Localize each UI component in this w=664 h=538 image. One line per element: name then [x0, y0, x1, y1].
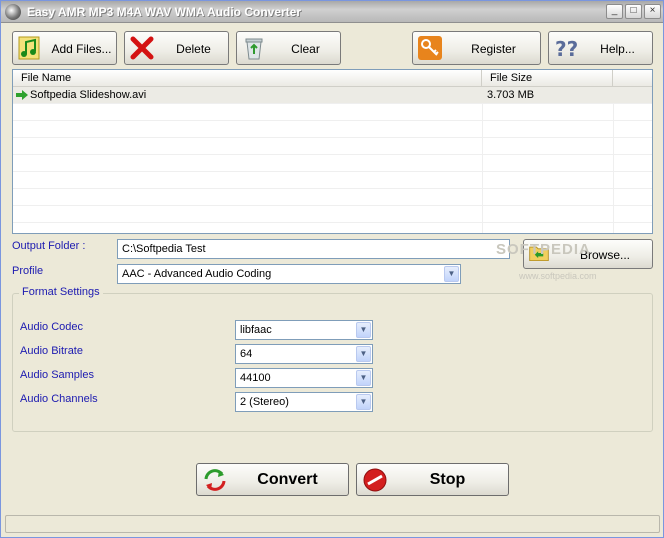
music-note-add-icon — [18, 36, 40, 60]
chevron-down-icon[interactable]: ▼ — [356, 322, 371, 338]
audio-bitrate-value: 64 — [240, 348, 253, 360]
maximize-button[interactable]: □ — [625, 4, 642, 19]
audio-bitrate-select[interactable]: 64 ▼ — [235, 344, 373, 364]
column-filler — [613, 70, 652, 87]
table-row[interactable]: Softpedia Slideshow.avi 3.703 MB — [13, 87, 652, 104]
audio-codec-select[interactable]: libfaac ▼ — [235, 320, 373, 340]
convert-label: Convert — [257, 471, 318, 488]
profile-select[interactable]: AAC - Advanced Audio Coding ▼ — [117, 264, 461, 284]
file-name-cell: Softpedia Slideshow.avi — [30, 89, 147, 101]
output-folder-label: Output Folder : — [12, 240, 86, 252]
file-list[interactable]: File Name File Size Softpedia Slideshow.… — [12, 69, 653, 234]
format-settings-title: Format Settings — [19, 286, 103, 298]
watermark-logo: SOFTPEDIA — [496, 241, 591, 258]
audio-samples-select[interactable]: 44100 ▼ — [235, 368, 373, 388]
key-icon — [418, 36, 442, 60]
question-mark-icon: ?? — [555, 37, 578, 61]
audio-codec-value: libfaac — [240, 324, 272, 336]
table-row — [13, 138, 652, 155]
status-bar — [5, 515, 660, 533]
svg-text:??: ?? — [555, 37, 578, 61]
add-files-button[interactable]: Add Files... — [12, 31, 117, 65]
help-button[interactable]: ?? Help... — [548, 31, 653, 65]
stop-button[interactable]: Stop — [356, 463, 509, 496]
watermark-url: www.softpedia.com — [519, 271, 597, 281]
table-row — [13, 155, 652, 172]
delete-button[interactable]: Delete — [124, 31, 229, 65]
audio-samples-label: Audio Samples — [20, 369, 94, 381]
clear-label: Clear — [291, 42, 320, 56]
add-files-label: Add Files... — [51, 42, 112, 56]
chevron-down-icon[interactable]: ▼ — [356, 394, 371, 410]
audio-bitrate-label: Audio Bitrate — [20, 345, 83, 357]
profile-label: Profile — [12, 265, 44, 277]
recycle-bin-icon — [245, 38, 263, 60]
red-x-icon — [130, 36, 154, 60]
file-list-header: File Name File Size — [13, 70, 652, 87]
audio-channels-select[interactable]: 2 (Stereo) ▼ — [235, 392, 373, 412]
table-row — [13, 104, 652, 121]
chevron-down-icon[interactable]: ▼ — [444, 266, 459, 282]
close-button[interactable]: × — [644, 4, 661, 19]
minimize-button[interactable]: _ — [606, 4, 623, 19]
file-size-cell: 3.703 MB — [487, 89, 535, 101]
audio-channels-label: Audio Channels — [20, 393, 98, 405]
app-window: Easy AMR MP3 M4A WAV WMA Audio Converter… — [0, 0, 664, 538]
table-row — [13, 172, 652, 189]
table-row — [13, 206, 652, 223]
delete-label: Delete — [176, 42, 211, 56]
clear-button[interactable]: Clear — [236, 31, 341, 65]
app-icon[interactable] — [5, 4, 21, 20]
column-file-size[interactable]: File Size — [482, 70, 613, 87]
audio-samples-value: 44100 — [240, 372, 271, 384]
table-row — [13, 121, 652, 138]
help-label: Help... — [600, 42, 635, 56]
chevron-down-icon[interactable]: ▼ — [356, 346, 371, 362]
audio-channels-value: 2 (Stereo) — [240, 396, 289, 408]
stop-sign-icon — [363, 468, 387, 492]
refresh-arrows-icon — [204, 469, 226, 491]
table-row — [13, 189, 652, 206]
register-label: Register — [471, 42, 516, 56]
register-button[interactable]: Register — [412, 31, 541, 65]
column-file-name[interactable]: File Name — [13, 70, 482, 87]
title-bar[interactable]: Easy AMR MP3 M4A WAV WMA Audio Converter… — [1, 1, 663, 23]
window-title: Easy AMR MP3 M4A WAV WMA Audio Converter — [27, 5, 302, 19]
audio-codec-label: Audio Codec — [20, 321, 83, 333]
green-arrow-icon — [16, 90, 28, 100]
chevron-down-icon[interactable]: ▼ — [356, 370, 371, 386]
stop-label: Stop — [429, 471, 466, 488]
convert-button[interactable]: Convert — [196, 463, 349, 496]
profile-value: AAC - Advanced Audio Coding — [122, 268, 272, 280]
output-folder-field[interactable]: C:\Softpedia Test — [117, 239, 510, 259]
